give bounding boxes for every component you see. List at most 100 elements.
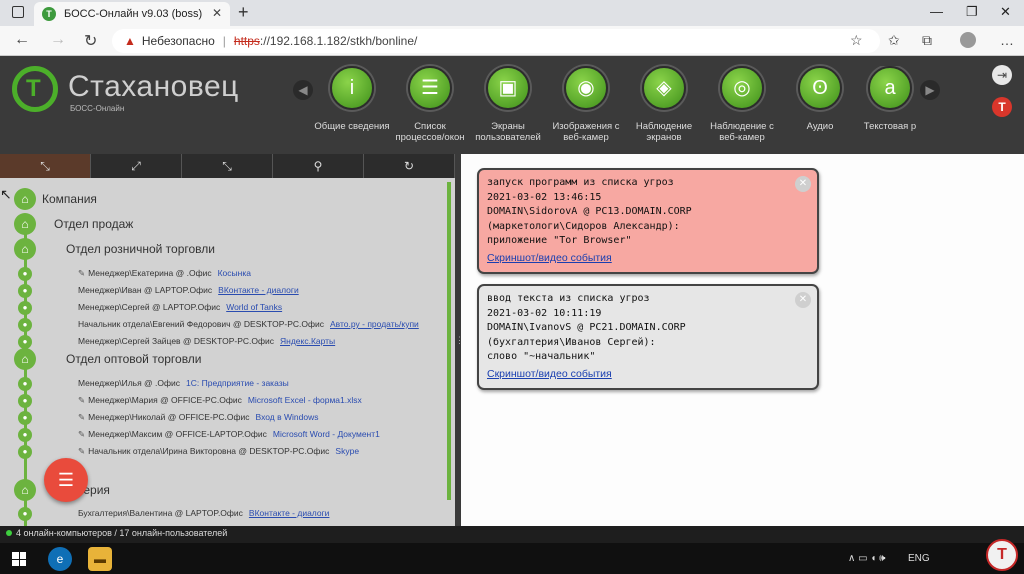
tree-user-row[interactable]: ● Начальник отдела\Евгений Федорович @ DE… — [14, 317, 444, 333]
taskbar: e ▬ ∧ ▭ ◖ 🕪 ENG — [0, 543, 1024, 574]
eye-webcam-icon: ◎ — [720, 66, 764, 110]
user-label: Менеджер\Илья @ .Офис 1С: Предприятие - з… — [78, 378, 289, 388]
tray-icons[interactable]: ∧ ▭ ◖ 🕪 — [848, 553, 885, 564]
new-tab-button[interactable]: + — [238, 2, 249, 23]
status-text: 4 онлайн-компьютеров / 17 онлайн-пользов… — [6, 528, 227, 538]
module-processes[interactable]: ☰ Список процессов/окон — [390, 66, 470, 143]
user-status-icon: ● — [18, 377, 32, 391]
user-status-icon: ● — [18, 284, 32, 298]
tree-user-row[interactable]: ● Бухгалтерия\Валентина @ LAPTOP.Офис ВКон… — [14, 506, 444, 522]
module-audio[interactable]: ʘ Аудио — [780, 66, 860, 132]
warning-icon: ▲ — [124, 34, 136, 48]
user-label: Бухгалтерия\Валентина @ LAPTOP.Офис ВКонт… — [78, 508, 329, 518]
event-screenshot-link[interactable]: Скриншот/видео события — [487, 251, 809, 266]
module-user-screens[interactable]: ▣ Экраны пользователей — [468, 66, 548, 143]
maximize-button[interactable]: ❐ — [966, 4, 978, 20]
user-name: Менеджер\Мария @ OFFICE-PC.Офис — [88, 395, 242, 405]
user-active-app[interactable]: Яндекс.Карты — [280, 336, 335, 346]
tray-app-logo-icon[interactable]: T — [986, 539, 1018, 571]
brand-name: Стахановец — [68, 70, 239, 103]
settings-menu-button[interactable]: … — [1000, 32, 1014, 48]
tree-user-row[interactable]: ● ✎ Начальник отдела\Ирина Викторовна @ DE… — [14, 444, 444, 460]
tree-user-row[interactable]: ● Менеджер\Илья @ .Офис 1С: Предприятие - … — [14, 376, 444, 392]
close-icon[interactable]: ✕ — [795, 176, 811, 192]
minimize-button[interactable]: — — [930, 4, 943, 19]
windows-start-icon[interactable] — [12, 552, 26, 566]
user-active-app[interactable]: Косынка — [218, 268, 251, 278]
address-bar[interactable]: ▲ Небезопасно | https ://192.168.1.182/s… — [112, 29, 880, 53]
close-icon[interactable]: ✕ — [795, 292, 811, 308]
modules-prev-button[interactable]: ◀ — [293, 80, 313, 100]
reload-button[interactable]: ↻ — [84, 31, 97, 51]
tab-title: БОСС-Онлайн v9.03 (boss) — [64, 8, 203, 20]
window-close-button[interactable]: ✕ — [1000, 4, 1011, 20]
browser-tab[interactable]: T БОСС-Онлайн v9.03 (boss) ✕ — [34, 2, 230, 26]
app-logo-icon[interactable]: T — [992, 97, 1012, 117]
user-active-app[interactable]: 1С: Предприятие - заказы — [186, 378, 289, 388]
tab-close-icon[interactable]: ✕ — [212, 6, 222, 20]
address-separator: | — [222, 34, 226, 48]
favorites-icon[interactable]: ✩ — [888, 32, 900, 49]
forward-button[interactable]: → — [50, 31, 66, 49]
module-webcam-watch[interactable]: ◎ Наблюдение с веб-камер — [702, 66, 782, 143]
tree-scrollbar[interactable] — [447, 182, 451, 500]
back-button[interactable]: ← — [14, 31, 30, 49]
tree-node-label: Отдел оптовой торговли — [66, 352, 202, 366]
tree-user-row[interactable]: ● ✎ Менеджер\Николай @ OFFICE-PC.Офис Вход … — [14, 410, 444, 426]
event-group: (бухгалтерия\Иванов Сергей): — [487, 336, 656, 348]
tree-node-company[interactable]: ⌂ Компания — [14, 188, 444, 210]
user-label: ✎ Менеджер\Мария @ OFFICE-PC.Офис Microsof… — [78, 395, 362, 406]
profile-avatar[interactable] — [960, 32, 976, 48]
user-active-app[interactable]: World of Tanks — [226, 302, 282, 312]
pencil-icon: ✎ — [78, 395, 86, 405]
collections-icon[interactable]: ⧉ — [922, 32, 932, 49]
tree-node-label: Компания — [42, 192, 97, 206]
edge-icon[interactable]: e — [48, 547, 72, 571]
tree-user-row[interactable]: ● ✎ Менеджер\Мария @ OFFICE-PC.Офис Microso… — [14, 393, 444, 409]
collapse-icon[interactable]: ⤡ — [0, 154, 91, 178]
module-label: Экраны пользователей — [475, 121, 541, 143]
favorites-add-icon[interactable]: ☆ — [850, 32, 863, 49]
user-active-app[interactable]: ВКонтакте - диалоги — [249, 508, 330, 518]
tree-user-row[interactable]: ● Менеджер\Иван @ LAPTOP.Офис ВКонтакте - … — [14, 283, 444, 299]
event-screenshot-link[interactable]: Скриншот/видео события — [487, 367, 809, 382]
user-label: Менеджер\Иван @ LAPTOP.Офис ВКонтакте - д… — [78, 285, 299, 295]
modules-next-button[interactable]: ▶ — [920, 80, 940, 100]
user-active-app[interactable]: Microsoft Word - Документ1 — [273, 429, 380, 439]
tree-user-row[interactable]: ● Менеджер\Сергей @ LAPTOP.Офис World of T… — [14, 300, 444, 316]
user-name: Начальник отдела\Евгений Федорович @ DES… — [78, 319, 324, 329]
shrink-icon[interactable]: ⤡ — [182, 154, 273, 178]
user-active-app[interactable]: Skype — [335, 446, 359, 456]
module-general-info[interactable]: i Общие сведения — [312, 66, 392, 132]
module-webcam-images[interactable]: ◉ Изображения с веб-камер — [546, 66, 626, 143]
list-icon: ☰ — [408, 66, 452, 110]
user-status-icon: ● — [18, 394, 32, 408]
file-explorer-icon[interactable]: ▬ — [88, 547, 112, 571]
user-name: Начальник отдела\Ирина Викторовна @ DESK… — [88, 446, 330, 456]
tree-node-sales[interactable]: ⌂ Отдел продаж — [14, 213, 444, 235]
tree-user-row[interactable]: ● ✎ Менеджер\Максим @ OFFICE-LAPTOP.Офис Mi… — [14, 427, 444, 443]
module-screen-watch[interactable]: ◈ Наблюдение экранов — [624, 66, 704, 143]
refresh-icon[interactable]: ↻ — [364, 154, 455, 178]
tree-user-row[interactable]: ● ✎ Менеджер\Екатерина @ .Офис Косынка — [14, 266, 444, 282]
report-fab-button[interactable]: ☰ — [44, 458, 88, 502]
user-active-app[interactable]: ВКонтакте - диалоги — [218, 285, 299, 295]
text-ear-icon: a — [868, 66, 912, 110]
search-icon[interactable]: ⚲ — [273, 154, 364, 178]
tab-actions-icon[interactable] — [12, 6, 24, 18]
tree-node-wholesale[interactable]: ⌂ Отдел оптовой торговли — [14, 348, 444, 370]
user-active-app[interactable]: Microsoft Excel - форма1.xlsx — [248, 395, 362, 405]
module-text[interactable]: a Текстовая р — [858, 66, 922, 132]
expand-icon[interactable]: ⤢ — [91, 154, 182, 178]
event-detail: приложение "Tor Browser" — [487, 235, 632, 247]
url-scheme: https — [233, 34, 260, 48]
user-active-app[interactable]: Вход в Windows — [256, 412, 319, 422]
org-tree-panel: ⤡ ⤢ ⤡ ⚲ ↻ ↖ ⌂ Компания ⌂ Отдел продаж ⌂ … — [0, 154, 455, 526]
module-label: Текстовая р — [863, 121, 917, 132]
user-active-app[interactable]: Авто.ру - продать/купи — [330, 319, 419, 329]
user-status-icon: ● — [18, 507, 32, 521]
language-indicator[interactable]: ENG — [908, 553, 930, 564]
logout-icon[interactable]: ⇥ — [992, 65, 1012, 85]
tree-node-retail[interactable]: ⌂ Отдел розничной торговли — [14, 238, 444, 260]
user-label: ✎ Начальник отдела\Ирина Викторовна @ DES… — [78, 446, 359, 457]
